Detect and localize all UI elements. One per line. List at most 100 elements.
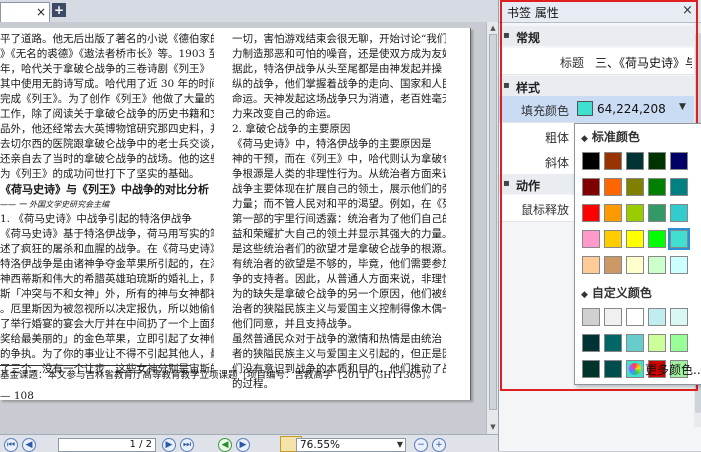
standard-color-swatch[interactable] [648, 256, 666, 274]
color-picker-popup: ◆ 标准颜色 ◆ 自定义颜色 更多颜色... [574, 123, 701, 385]
standard-color-swatch[interactable] [582, 178, 600, 196]
document-tab[interactable]: × [0, 2, 50, 22]
forward-icon[interactable]: ▶ [236, 438, 250, 452]
panel-title: 书签 属性 [507, 6, 559, 20]
standard-color-swatch[interactable] [582, 256, 600, 274]
custom-colors-title: 自定义颜色 [591, 286, 652, 300]
text-line: 其中使用无韵诗写成。哈代用了近 30 年的时间从计 [0, 78, 214, 90]
group-general-label: 常规 [516, 31, 541, 45]
custom-color-swatch[interactable] [648, 334, 666, 352]
standard-color-swatch[interactable] [604, 178, 622, 196]
text-line: 是这些统治者们的欲望才是拿破仑战争的根源。只 [232, 243, 446, 255]
text-line: 《荷马史诗》基于特洛伊战争，荷马用写实的笔 [0, 228, 214, 240]
custom-color-swatch[interactable] [582, 308, 600, 326]
custom-color-swatch[interactable] [604, 334, 622, 352]
previous-page-icon[interactable]: ◀ [22, 438, 36, 452]
zoom-out-icon[interactable]: − [414, 438, 428, 452]
document-page: 平了道路。他无后出版了著名的小说《德伯家的 》《无名的裘德》《遨法者桥市长》等。1… [0, 28, 471, 400]
more-colors-button[interactable]: 更多颜色... [645, 361, 701, 378]
standard-color-swatch[interactable] [626, 230, 644, 248]
document-viewport[interactable]: 平了道路。他无后出版了著名的小说《德伯家的 》《无名的裘德》《遨法者桥市长》等。1… [0, 22, 486, 434]
custom-colors-heading: ◆ 自定义颜色 [581, 284, 652, 301]
custom-color-swatch[interactable] [670, 308, 688, 326]
fill-color-value[interactable]: 64,224,208 [597, 102, 666, 116]
custom-color-swatch[interactable] [604, 360, 622, 378]
scrollbar-thumb[interactable] [489, 34, 497, 410]
diamond-icon: ◆ [581, 290, 588, 300]
footnote-divider [0, 365, 190, 366]
chevron-down-icon[interactable]: ▼ [679, 102, 686, 112]
standard-color-swatch[interactable] [604, 256, 622, 274]
custom-color-swatch[interactable] [648, 308, 666, 326]
standard-color-swatch[interactable] [604, 204, 622, 222]
panel-close-icon[interactable]: × [682, 3, 693, 18]
page-number: — 108 [0, 390, 34, 400]
group-general[interactable]: ▪ 常规 [499, 26, 694, 46]
standard-color-swatch[interactable] [626, 178, 644, 196]
title-value[interactable]: 三、《荷马史诗》与... [595, 54, 692, 71]
standard-color-swatch[interactable] [604, 152, 622, 170]
standard-color-swatch[interactable] [670, 256, 688, 274]
custom-color-swatch[interactable] [582, 360, 600, 378]
standard-color-swatch[interactable] [626, 256, 644, 274]
text-line: 》《无名的裘德》《遨法者桥市长》等。1903 至 [0, 48, 214, 60]
standard-color-swatch[interactable] [648, 178, 666, 196]
footnote: 基金课题：本文参与吉林省教育厅高等教育教学立项课题［项目编号：吉教高字［2011… [0, 370, 437, 381]
text-line: 据此，特洛伊战争从头至尾都是由神发起并操 [232, 63, 442, 75]
standard-color-swatch[interactable] [582, 152, 600, 170]
back-icon[interactable]: ◀ [218, 438, 232, 452]
standard-color-swatch[interactable] [582, 204, 600, 222]
palette-icon[interactable] [629, 363, 641, 375]
text-line: 第一部的宇里行间透露：统治者为了他们自己的利 [232, 213, 446, 225]
text-line: 治者的狭隘民族主义与爱国主义控制得像木偶一样。 [232, 303, 446, 315]
standard-color-swatch[interactable] [648, 152, 666, 170]
standard-color-swatch[interactable] [668, 228, 690, 250]
left-column: 平了道路。他无后出版了著名的小说《德伯家的 》《无名的裘德》《遨法者桥市长》等。1… [0, 32, 214, 377]
standard-color-swatch[interactable] [670, 152, 688, 170]
new-tab-button[interactable]: + [52, 3, 66, 17]
standard-color-swatch[interactable] [604, 230, 622, 248]
collapse-icon[interactable]: ▪ [503, 178, 510, 189]
custom-color-swatch[interactable] [670, 334, 688, 352]
page-number-input[interactable]: 1 / 2 [58, 438, 156, 452]
custom-color-swatch[interactable] [582, 334, 600, 352]
custom-color-swatch[interactable] [626, 334, 644, 352]
standard-color-swatch[interactable] [648, 230, 666, 248]
group-style[interactable]: ▪ 样式 [499, 76, 694, 96]
text-line: 他们同意，并且支持战争。 [232, 318, 358, 330]
text-line: 完成《列王》。为了创作《列王》他做了大量的 [0, 93, 214, 105]
tab-close-icon[interactable]: × [36, 5, 46, 19]
custom-color-swatch[interactable] [626, 308, 644, 326]
text-line: 《荷马史诗》中，特洛伊战争的主要原因是 [232, 138, 432, 150]
text-line: 命运。天神发起这场战争只为消遣，老百姓毫无能 [232, 93, 446, 105]
title-label: 标题 [559, 56, 584, 70]
zoom-select[interactable]: 76.55% ▼ [296, 438, 406, 452]
fill-color-row[interactable]: 填充颜色 64,224,208 ▼ [499, 96, 694, 123]
standard-color-swatch[interactable] [648, 204, 666, 222]
group-action-label: 动作 [516, 179, 541, 193]
standard-color-swatch[interactable] [670, 204, 688, 222]
custom-color-swatch[interactable] [604, 308, 622, 326]
collapse-icon[interactable]: ▪ [503, 30, 510, 41]
zoom-in-icon[interactable]: + [432, 438, 446, 452]
title-row[interactable]: 标题 三、《荷马史诗》与... [499, 48, 694, 75]
tab-bar: × + [0, 0, 498, 23]
text-line: 的争执。为了你的事业让不得不引起其他人，最后， [0, 348, 214, 360]
standard-color-swatch[interactable] [626, 204, 644, 222]
next-page-icon[interactable]: ▶ [162, 438, 176, 452]
panel-title-bar: 书签 属性 × [499, 0, 701, 23]
text-line: 奖给最美丽的」的金色苹果，立即引起了女神们 [0, 333, 214, 345]
text-line: 述了疯狂的屠杀和血腥的战争。在《荷马史诗》 [0, 243, 214, 255]
collapse-icon[interactable]: ▪ [503, 80, 510, 91]
text-line: 力来改变自己的命运。 [232, 108, 337, 120]
bold-label: 粗体 [544, 131, 569, 145]
text-line: 了举行婚宴的宴会大厅并在中间扔了一个上面刻 [0, 318, 214, 330]
standard-color-swatch[interactable] [626, 152, 644, 170]
standard-color-swatch[interactable] [670, 178, 688, 196]
standard-colors-heading: ◆ 标准颜色 [581, 128, 640, 145]
first-page-icon[interactable]: ⏮ [4, 438, 18, 452]
last-page-icon[interactable]: ⏭ [180, 438, 194, 452]
text-line: 战争主要体现在扩展自己的领土，展示他们的强大 [232, 183, 446, 195]
fill-color-swatch[interactable] [577, 101, 593, 116]
standard-color-swatch[interactable] [582, 230, 600, 248]
